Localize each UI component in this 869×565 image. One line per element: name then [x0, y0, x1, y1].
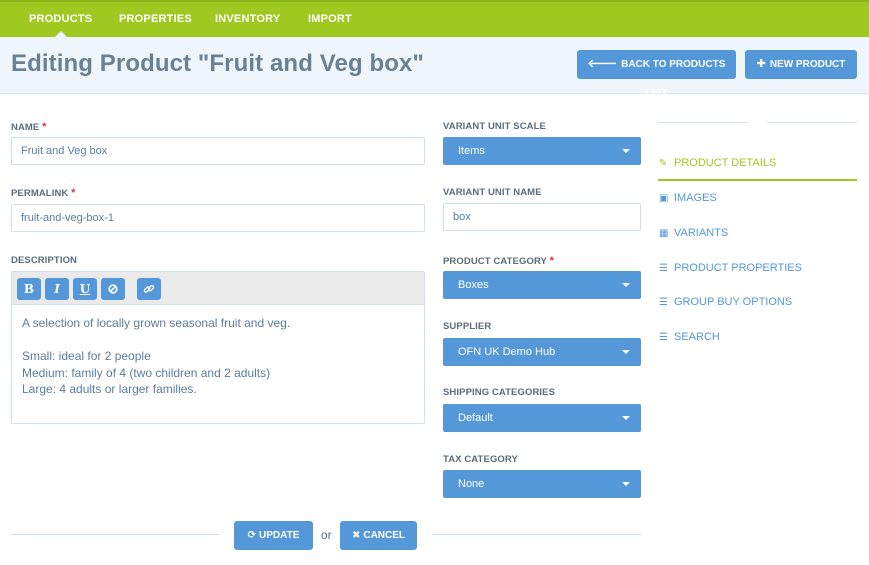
product-category-value: Boxes	[458, 279, 489, 291]
supplier-label: SUPPLIER	[443, 321, 492, 332]
required-mark: *	[549, 255, 554, 267]
variant-unit-scale-select[interactable]: Items	[443, 137, 641, 165]
sidebar-item-product-details[interactable]: ✎ PRODUCT DETAILS	[659, 157, 776, 169]
back-to-products-button[interactable]: 🡐 BACK TO PRODUCTS LIST	[577, 50, 736, 99]
page-title: Editing Product "Fruit and Veg box"	[11, 50, 424, 77]
caret-down-icon	[622, 283, 630, 287]
sidebar-item-variants[interactable]: ▦ VARIANTS	[659, 227, 728, 239]
variant-unit-name-label: VARIANT UNIT NAME	[443, 187, 542, 198]
list-icon: ☰	[659, 263, 668, 274]
shipping-categories-select[interactable]: Default	[443, 404, 641, 432]
shipping-categories-value: Default	[458, 412, 493, 424]
caret-down-icon	[622, 149, 630, 153]
description-line	[22, 332, 290, 349]
update-button[interactable]: ⟳ UPDATE	[234, 521, 313, 550]
new-product-button[interactable]: ✚ NEW PRODUCT	[745, 50, 857, 79]
sidebar-item-images[interactable]: ▣ IMAGES	[659, 192, 717, 204]
image-icon: ▣	[659, 193, 669, 204]
close-icon: ✖	[351, 530, 361, 541]
product-category-label: PRODUCT CATEGORY *	[443, 255, 554, 267]
ban-icon	[108, 284, 118, 294]
description-line: Large: 4 adults or larger families.	[22, 382, 197, 396]
variant-unit-name-input[interactable]: box	[443, 203, 641, 231]
variant-unit-scale-value: Items	[458, 145, 485, 157]
side-divider	[658, 122, 749, 123]
sidebar-item-search[interactable]: ☰ SEARCH	[659, 331, 720, 343]
tab-inventory[interactable]: INVENTORY	[215, 2, 280, 37]
description-line: Small: ideal for 2 people	[22, 349, 151, 363]
grid-icon: ▦	[659, 228, 669, 239]
top-navigation: PRODUCTS PROPERTIES INVENTORY IMPORT	[0, 0, 869, 38]
list-icon: ☰	[659, 297, 668, 308]
description-editor[interactable]: B I U A selection of locally grown seaso…	[11, 271, 425, 424]
list-icon: ☰	[659, 332, 668, 343]
refresh-icon: ⟳	[247, 530, 256, 541]
link-icon	[143, 284, 155, 293]
name-label: NAME *	[11, 121, 47, 133]
permalink-input[interactable]: fruit-and-veg-box-1	[11, 204, 425, 232]
variant-unit-scale-label: VARIANT UNIT SCALE	[443, 121, 546, 132]
side-divider	[767, 122, 857, 123]
caret-down-icon	[622, 416, 630, 420]
required-mark: *	[71, 187, 76, 199]
tax-category-label: TAX CATEGORY	[443, 454, 518, 465]
product-category-select[interactable]: Boxes	[443, 271, 641, 299]
tab-products[interactable]: PRODUCTS	[29, 2, 92, 38]
permalink-label: PERMALINK *	[11, 187, 76, 199]
underline-button[interactable]: U	[73, 278, 97, 300]
arrow-left-icon: 🡐	[587, 58, 618, 70]
supplier-select[interactable]: OFN UK Demo Hub	[443, 338, 641, 366]
required-mark: *	[42, 121, 47, 133]
caret-down-icon	[622, 350, 630, 354]
description-line: A selection of locally grown seasonal fr…	[22, 316, 291, 330]
new-product-label: NEW PRODUCT	[769, 59, 846, 70]
tab-properties[interactable]: PROPERTIES	[119, 2, 192, 37]
bold-button[interactable]: B	[17, 278, 41, 300]
back-to-products-label: BACK TO PRODUCTS LIST	[621, 59, 726, 99]
name-input[interactable]: Fruit and Veg box	[11, 137, 425, 165]
page-header: Editing Product "Fruit and Veg box" 🡐 BAC…	[0, 37, 869, 99]
supplier-value: OFN UK Demo Hub	[458, 346, 556, 358]
caret-down-icon	[622, 482, 630, 486]
insert-link-button[interactable]	[137, 278, 161, 300]
or-separator: or	[321, 528, 332, 542]
tax-category-select[interactable]: None	[443, 470, 641, 498]
description-text[interactable]: A selection of locally grown seasonal fr…	[22, 315, 290, 398]
edit-icon: ✎	[659, 158, 668, 169]
shipping-categories-label: SHIPPING CATEGORIES	[443, 387, 556, 398]
sidebar-item-product-properties[interactable]: ☰ PRODUCT PROPERTIES	[659, 262, 802, 274]
cancel-button[interactable]: ✖ CANCEL	[340, 521, 417, 550]
plus-icon: ✚	[756, 58, 766, 70]
sidebar-item-group-buy-options[interactable]: ☰ GROUP BUY OPTIONS	[659, 296, 792, 308]
description-label: DESCRIPTION	[11, 255, 78, 266]
tax-category-value: None	[458, 478, 485, 490]
form-divider	[11, 534, 219, 535]
clear-format-button[interactable]	[101, 278, 125, 300]
description-line: Medium: family of 4 (two children and 2 …	[22, 365, 271, 380]
form-divider	[432, 534, 641, 535]
active-indicator	[658, 179, 857, 181]
tab-import[interactable]: IMPORT	[308, 2, 352, 37]
editor-toolbar: B I U	[12, 272, 424, 305]
italic-button[interactable]: I	[45, 278, 69, 300]
